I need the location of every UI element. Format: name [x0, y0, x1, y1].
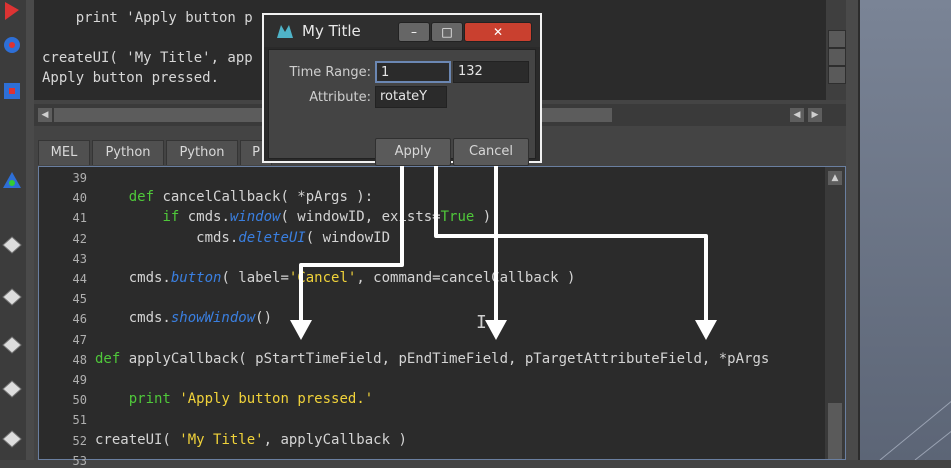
my-title-window[interactable]: My Title – □ ✕ Time Range: 1 132 Attribu… [262, 13, 542, 166]
tab-python-2[interactable]: Python [166, 140, 238, 165]
code-token: cmds. [95, 310, 171, 327]
end-time-field[interactable]: 132 [453, 61, 529, 83]
viewport-grid [879, 400, 951, 461]
window-body: Time Range: 1 132 Attribute: rotateY App… [268, 49, 536, 166]
scale-tool-icon[interactable] [1, 80, 23, 102]
scroll-left-icon[interactable]: ◀ [790, 108, 804, 122]
move-tool-icon[interactable] [1, 0, 23, 22]
code-token: createUI( [95, 431, 180, 448]
history-vertical-scrollbar[interactable] [826, 0, 846, 100]
tab-mel[interactable]: MEL [38, 140, 90, 165]
code-line: cmds.button( label='Cancel', command=can… [95, 270, 576, 286]
history-line: createUI( 'My Title', app [42, 50, 253, 66]
code-token: 'Cancel' [288, 270, 357, 286]
code-line: if cmds.window( windowID, exists=True ): [95, 209, 500, 226]
code-token: def [128, 189, 155, 206]
tab-python[interactable]: Python [92, 140, 164, 165]
window-title-bar[interactable]: My Title – □ ✕ [264, 15, 540, 47]
code-token: button [170, 270, 222, 286]
scroll-handle[interactable] [828, 30, 846, 48]
code-line: createUI( 'My Title', applyCallback ) [95, 432, 407, 448]
code-token: window [229, 209, 281, 226]
code-token: 'My Title' [179, 431, 264, 448]
code-token: cmds. [95, 229, 239, 246]
code-token: ( label= [221, 270, 289, 286]
vertical-scroll-thumb[interactable] [828, 403, 842, 459]
rotate-tool-icon[interactable] [1, 34, 23, 56]
layer-tool-icon-4[interactable] [1, 378, 23, 400]
code-line: def cancelCallback( *pArgs ): [95, 189, 373, 205]
attribute-label: Attribute: [309, 90, 371, 105]
attribute-field[interactable]: rotateY [375, 86, 447, 108]
code-token: ): [474, 209, 500, 226]
minimize-button[interactable]: – [398, 22, 430, 42]
code-token: deleteUI [238, 229, 306, 246]
code-token: showWindow [170, 310, 256, 327]
scroll-handle[interactable] [828, 48, 846, 66]
time-range-label: Time Range: [289, 65, 371, 80]
scroll-up-icon[interactable]: ▲ [828, 171, 842, 185]
code-token: def [95, 350, 121, 367]
layer-tool-icon-5[interactable] [1, 428, 23, 450]
code-token: () [255, 310, 273, 327]
scroll-left-icon[interactable]: ◀ [38, 108, 52, 122]
code-line: cmds.showWindow() [95, 310, 272, 326]
code-editor[interactable]: 39 40 41 42 43 44 45 46 47 48 49 50 51 52 53 def cance… [38, 166, 846, 468]
cancel-button[interactable]: Cancel [453, 138, 529, 166]
layer-tool-icon[interactable] [1, 234, 23, 256]
code-token: applyCallback( pStartTimeField, pEndTime… [120, 350, 770, 367]
code-area[interactable]: def cancelCallback( *pArgs ): if cmds.wi… [39, 167, 825, 459]
apply-button[interactable]: Apply [375, 138, 451, 166]
editor-vertical-scrollbar[interactable]: ▲ [825, 167, 845, 459]
scroll-right-icon[interactable]: ▶ [808, 108, 822, 122]
maya-logo-icon [277, 25, 293, 38]
layer-tool-icon-2[interactable] [1, 286, 23, 308]
code-token: True [440, 209, 475, 226]
history-line: print 'Apply button p [42, 10, 253, 26]
code-line: def applyCallback( pStartTimeField, pEnd… [95, 351, 769, 367]
start-time-field[interactable]: 1 [375, 61, 451, 83]
tool-shelf [0, 0, 27, 460]
code-token: print [128, 391, 171, 408]
code-token: , applyCallback ) [263, 431, 407, 448]
close-button[interactable]: ✕ [464, 22, 532, 42]
manipulator-tool-icon[interactable] [1, 170, 23, 192]
scroll-handle[interactable] [828, 66, 846, 84]
code-token: ( windowID ) [305, 229, 407, 246]
history-line: Apply button pressed. [42, 70, 220, 86]
code-line: cmds.deleteUI( windowID ) [95, 230, 407, 246]
code-token: cmds. [95, 270, 171, 286]
code-token: ( windowID, exists= [280, 209, 441, 226]
code-token: cmds. [179, 209, 230, 226]
panel-separator [846, 0, 858, 460]
code-token: cancelCallback( *pArgs ): [154, 189, 374, 206]
code-token: 'Apply button pressed.' [179, 391, 374, 408]
maximize-button[interactable]: □ [431, 22, 463, 42]
code-token: if [162, 209, 180, 226]
layer-tool-icon-3[interactable] [1, 334, 23, 356]
shelf-separator [26, 0, 34, 460]
code-line: print 'Apply button pressed.' [95, 391, 373, 407]
viewport-panel[interactable] [858, 0, 951, 461]
window-title: My Title [302, 22, 361, 40]
code-token: , command=cancelCallback ) [356, 270, 576, 286]
